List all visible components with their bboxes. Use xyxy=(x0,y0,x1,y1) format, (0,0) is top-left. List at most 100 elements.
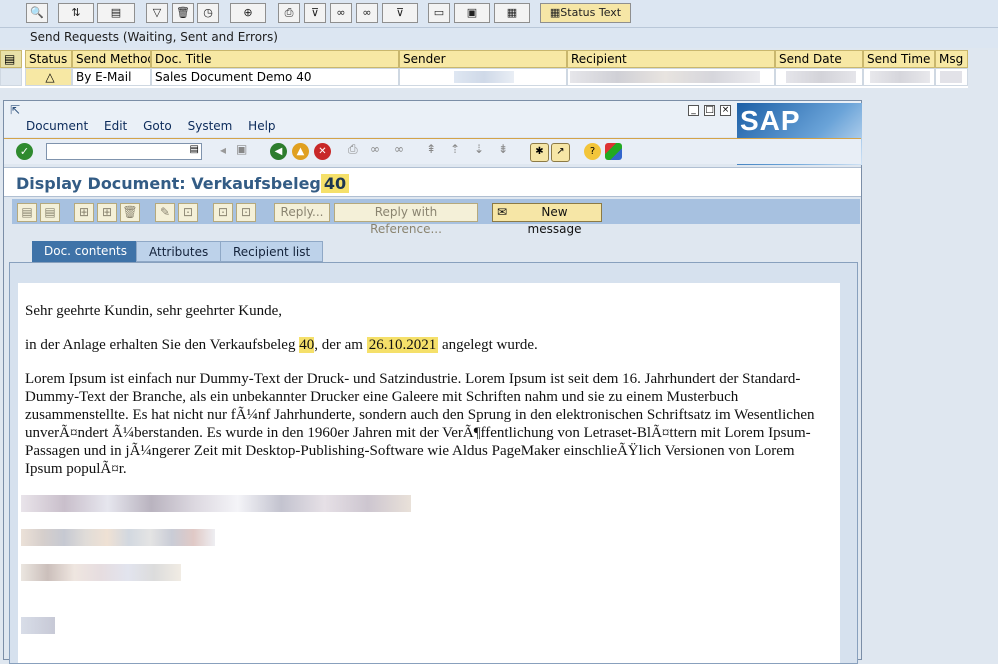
reply-with-reference-button[interactable]: Reply with Reference... xyxy=(334,203,478,236)
menu-goto[interactable]: Goto xyxy=(143,119,172,133)
window-menu-icon[interactable]: ⇱ xyxy=(10,103,20,117)
greeting-line: Sehr geehrte Kundin, sehr geehrter Kunde… xyxy=(25,303,282,319)
save-icon[interactable]: ▣ xyxy=(236,142,247,156)
binoculars-icon[interactable]: ∞ xyxy=(330,3,352,23)
header-send-time[interactable]: Send Time xyxy=(863,50,935,68)
help-icon[interactable]: ? xyxy=(584,143,601,160)
copy-icon[interactable]: ⊞ xyxy=(97,203,117,222)
clock-icon[interactable]: ◷ xyxy=(197,3,219,23)
cell-doc-title: Sales Document Demo 40 xyxy=(151,68,399,86)
header-send-method[interactable]: Send Method xyxy=(72,50,151,68)
menu-system[interactable]: System xyxy=(188,119,233,133)
filter-icon[interactable]: ▽ xyxy=(146,3,168,23)
find-next-icon[interactable]: ∞ xyxy=(356,3,378,23)
outer-title: Send Requests (Waiting, Sent and Errors) xyxy=(30,30,278,44)
attach-icon[interactable]: ⊡ xyxy=(178,203,198,222)
find-icon[interactable]: ∞ xyxy=(370,142,380,156)
tab-strip: Doc. contents Attributes Recipient list xyxy=(4,241,861,263)
title-bar: Display Document: Verkaufsbeleg 40 xyxy=(4,167,861,197)
move-icon[interactable]: ⊞ xyxy=(74,203,94,222)
grid-icon[interactable]: ▦ xyxy=(494,3,530,23)
sort-icon[interactable]: ⇅ xyxy=(58,3,94,23)
sap-document-window: ⇱ _ □ × Document Edit Goto System Help S… xyxy=(3,100,862,664)
resubmit-icon[interactable]: ⊡ xyxy=(236,203,256,222)
intro-line: in der Anlage erhalten Sie den Verkaufsb… xyxy=(25,337,538,353)
header-doc-title[interactable]: Doc. Title xyxy=(151,50,399,68)
new-message-icon: ✉ xyxy=(497,205,508,219)
creation-date: 26.10.2021 xyxy=(366,337,439,353)
content-frame: Sehr geehrte Kundin, sehr geehrter Kunde… xyxy=(9,262,858,664)
maximize-icon[interactable]: □ xyxy=(704,105,715,116)
menu-help[interactable]: Help xyxy=(248,119,275,133)
cell-msg xyxy=(935,68,968,86)
edit-icon[interactable]: ✎ xyxy=(155,203,175,222)
redacted-line xyxy=(21,529,215,546)
document-content: Sehr geehrte Kundin, sehr geehrter Kunde… xyxy=(18,283,840,663)
print-icon[interactable]: ⎙ xyxy=(278,3,300,23)
find-icon[interactable]: 🔍 xyxy=(26,3,48,23)
reply-button[interactable]: Reply... xyxy=(274,203,330,222)
first-page-icon[interactable]: ⇞ xyxy=(426,142,436,156)
minimize-icon[interactable]: _ xyxy=(688,105,699,116)
close-icon[interactable]: × xyxy=(720,105,731,116)
new-message-button[interactable]: ✉ New message xyxy=(492,203,602,236)
chart-icon: ▦ xyxy=(549,6,561,19)
delete-icon[interactable]: 🗑 xyxy=(120,203,140,222)
header-send-date[interactable]: Send Date xyxy=(775,50,863,68)
system-toolbar: ✓ ▤ ◂ ▣ ◀ ▲ ✕ ⎙ ∞ ∞ ⇞ ⇡ ⇣ ⇟ ✱ ↗ ? xyxy=(4,138,861,164)
shortcut-icon[interactable]: ↗ xyxy=(551,143,570,162)
header-status[interactable]: Status xyxy=(25,50,72,68)
next-page-icon[interactable]: ⇣ xyxy=(474,142,484,156)
tab-recipient-list[interactable]: Recipient list xyxy=(220,241,324,262)
cancel-icon[interactable]: ✕ xyxy=(314,143,331,160)
document-icon[interactable]: ▤ xyxy=(17,203,37,222)
page-title: Display Document: Verkaufsbeleg 40 xyxy=(16,174,350,193)
export-icon[interactable]: ▭ xyxy=(428,3,450,23)
select-all-icon[interactable]: ▤ xyxy=(0,50,22,68)
tab-doc-contents[interactable]: Doc. contents xyxy=(32,241,140,262)
application-toolbar: ▤ ▤ ⊞ ⊞ 🗑 ✎ ⊡ ⊡ ⊡ Reply... Reply with Re… xyxy=(12,199,860,236)
forward-icon[interactable]: ⊡ xyxy=(213,203,233,222)
customize-layout-icon[interactable] xyxy=(605,143,622,160)
status-text-button[interactable]: ▦Status Text xyxy=(540,3,631,23)
exit-icon[interactable]: ▲ xyxy=(292,143,309,160)
back-icon[interactable]: ◀ xyxy=(270,143,287,160)
row-selector[interactable] xyxy=(0,68,22,86)
tab-attributes[interactable]: Attributes xyxy=(136,241,222,262)
new-session-icon[interactable]: ✱ xyxy=(530,143,549,162)
outer-title-bar: Send Requests (Waiting, Sent and Errors) xyxy=(0,28,998,48)
command-history-icon[interactable]: ▤ xyxy=(190,144,199,155)
print-icon[interactable]: ⎙ xyxy=(348,142,358,157)
funnel-icon[interactable]: ⊽ xyxy=(304,3,326,23)
window-titlebar: ⇱ _ □ × Document Edit Goto System Help xyxy=(4,101,861,137)
print-preview-icon[interactable]: ▤ xyxy=(40,203,60,222)
lorem-paragraph: Lorem Ipsum ist einfach nur Dummy-Text d… xyxy=(25,371,815,477)
header-msg[interactable]: Msg xyxy=(935,50,968,68)
menu-bar: Document Edit Goto System Help xyxy=(26,119,288,133)
enter-icon[interactable]: ✓ xyxy=(16,143,33,160)
back-arrow-icon[interactable]: ◂ xyxy=(220,143,226,157)
document-number: 40 xyxy=(320,174,350,193)
details-icon[interactable]: ⊕ xyxy=(230,3,266,23)
outer-toolbar: 🔍 ⇅ ▤ ▽ 🗑 ◷ ⊕ ⎙ ⊽ ∞ ∞ ⊽ ▭ ▣ ▦ ▦Status Te… xyxy=(0,0,998,28)
cell-recipient xyxy=(567,68,775,86)
layout-icon[interactable]: ▣ xyxy=(454,3,490,23)
find-next-icon[interactable]: ∞ xyxy=(394,142,404,156)
delete-icon[interactable]: 🗑 xyxy=(172,3,194,23)
command-field[interactable]: ▤ xyxy=(46,143,202,160)
last-page-icon[interactable]: ⇟ xyxy=(498,142,508,156)
menu-edit[interactable]: Edit xyxy=(104,119,127,133)
header-recipient[interactable]: Recipient xyxy=(567,50,775,68)
filter-set-icon[interactable]: ⊽ xyxy=(382,3,418,23)
header-sender[interactable]: Sender xyxy=(399,50,567,68)
send-requests-grid: ▤ Status Send Method Doc. Title Sender R… xyxy=(0,50,968,88)
cell-send-time xyxy=(863,68,935,86)
cell-send-date xyxy=(775,68,863,86)
cell-sender xyxy=(399,68,567,86)
redacted-line xyxy=(21,617,55,634)
document-number-inline: 40 xyxy=(299,337,315,353)
menu-document[interactable]: Document xyxy=(26,119,88,133)
filter-layout-icon[interactable]: ▤ xyxy=(97,3,135,23)
previous-page-icon[interactable]: ⇡ xyxy=(450,142,460,156)
cell-send-method: By E-Mail xyxy=(72,68,151,86)
